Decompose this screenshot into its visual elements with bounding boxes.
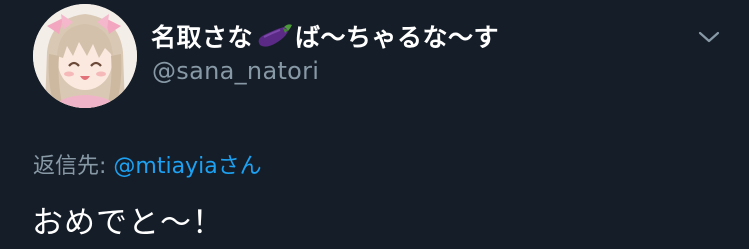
reply-label: 返信先: [33, 154, 114, 179]
reply-context: 返信先: @mtiayiaさん [33, 148, 262, 180]
eggplant-icon [254, 21, 294, 51]
display-name-prefix: 名取さな [151, 23, 254, 52]
reply-mention-link[interactable]: @mtiayia [113, 154, 217, 179]
avatar[interactable] [33, 4, 137, 108]
avatar-image [33, 4, 137, 108]
display-name[interactable]: 名取さな ば〜ちゃるな〜す [151, 18, 499, 54]
display-name-suffix: ば〜ちゃるな〜す [295, 23, 500, 52]
tweet-text: おめでと〜！ [32, 205, 224, 241]
user-handle[interactable]: @sana_natori [152, 57, 319, 85]
reply-honorific: さん [217, 154, 262, 179]
chevron-down-icon[interactable] [696, 26, 722, 48]
tweet-card: 名取さな ば〜ちゃるな〜す @sana_natori 返信先: @mtiayia… [0, 0, 749, 249]
